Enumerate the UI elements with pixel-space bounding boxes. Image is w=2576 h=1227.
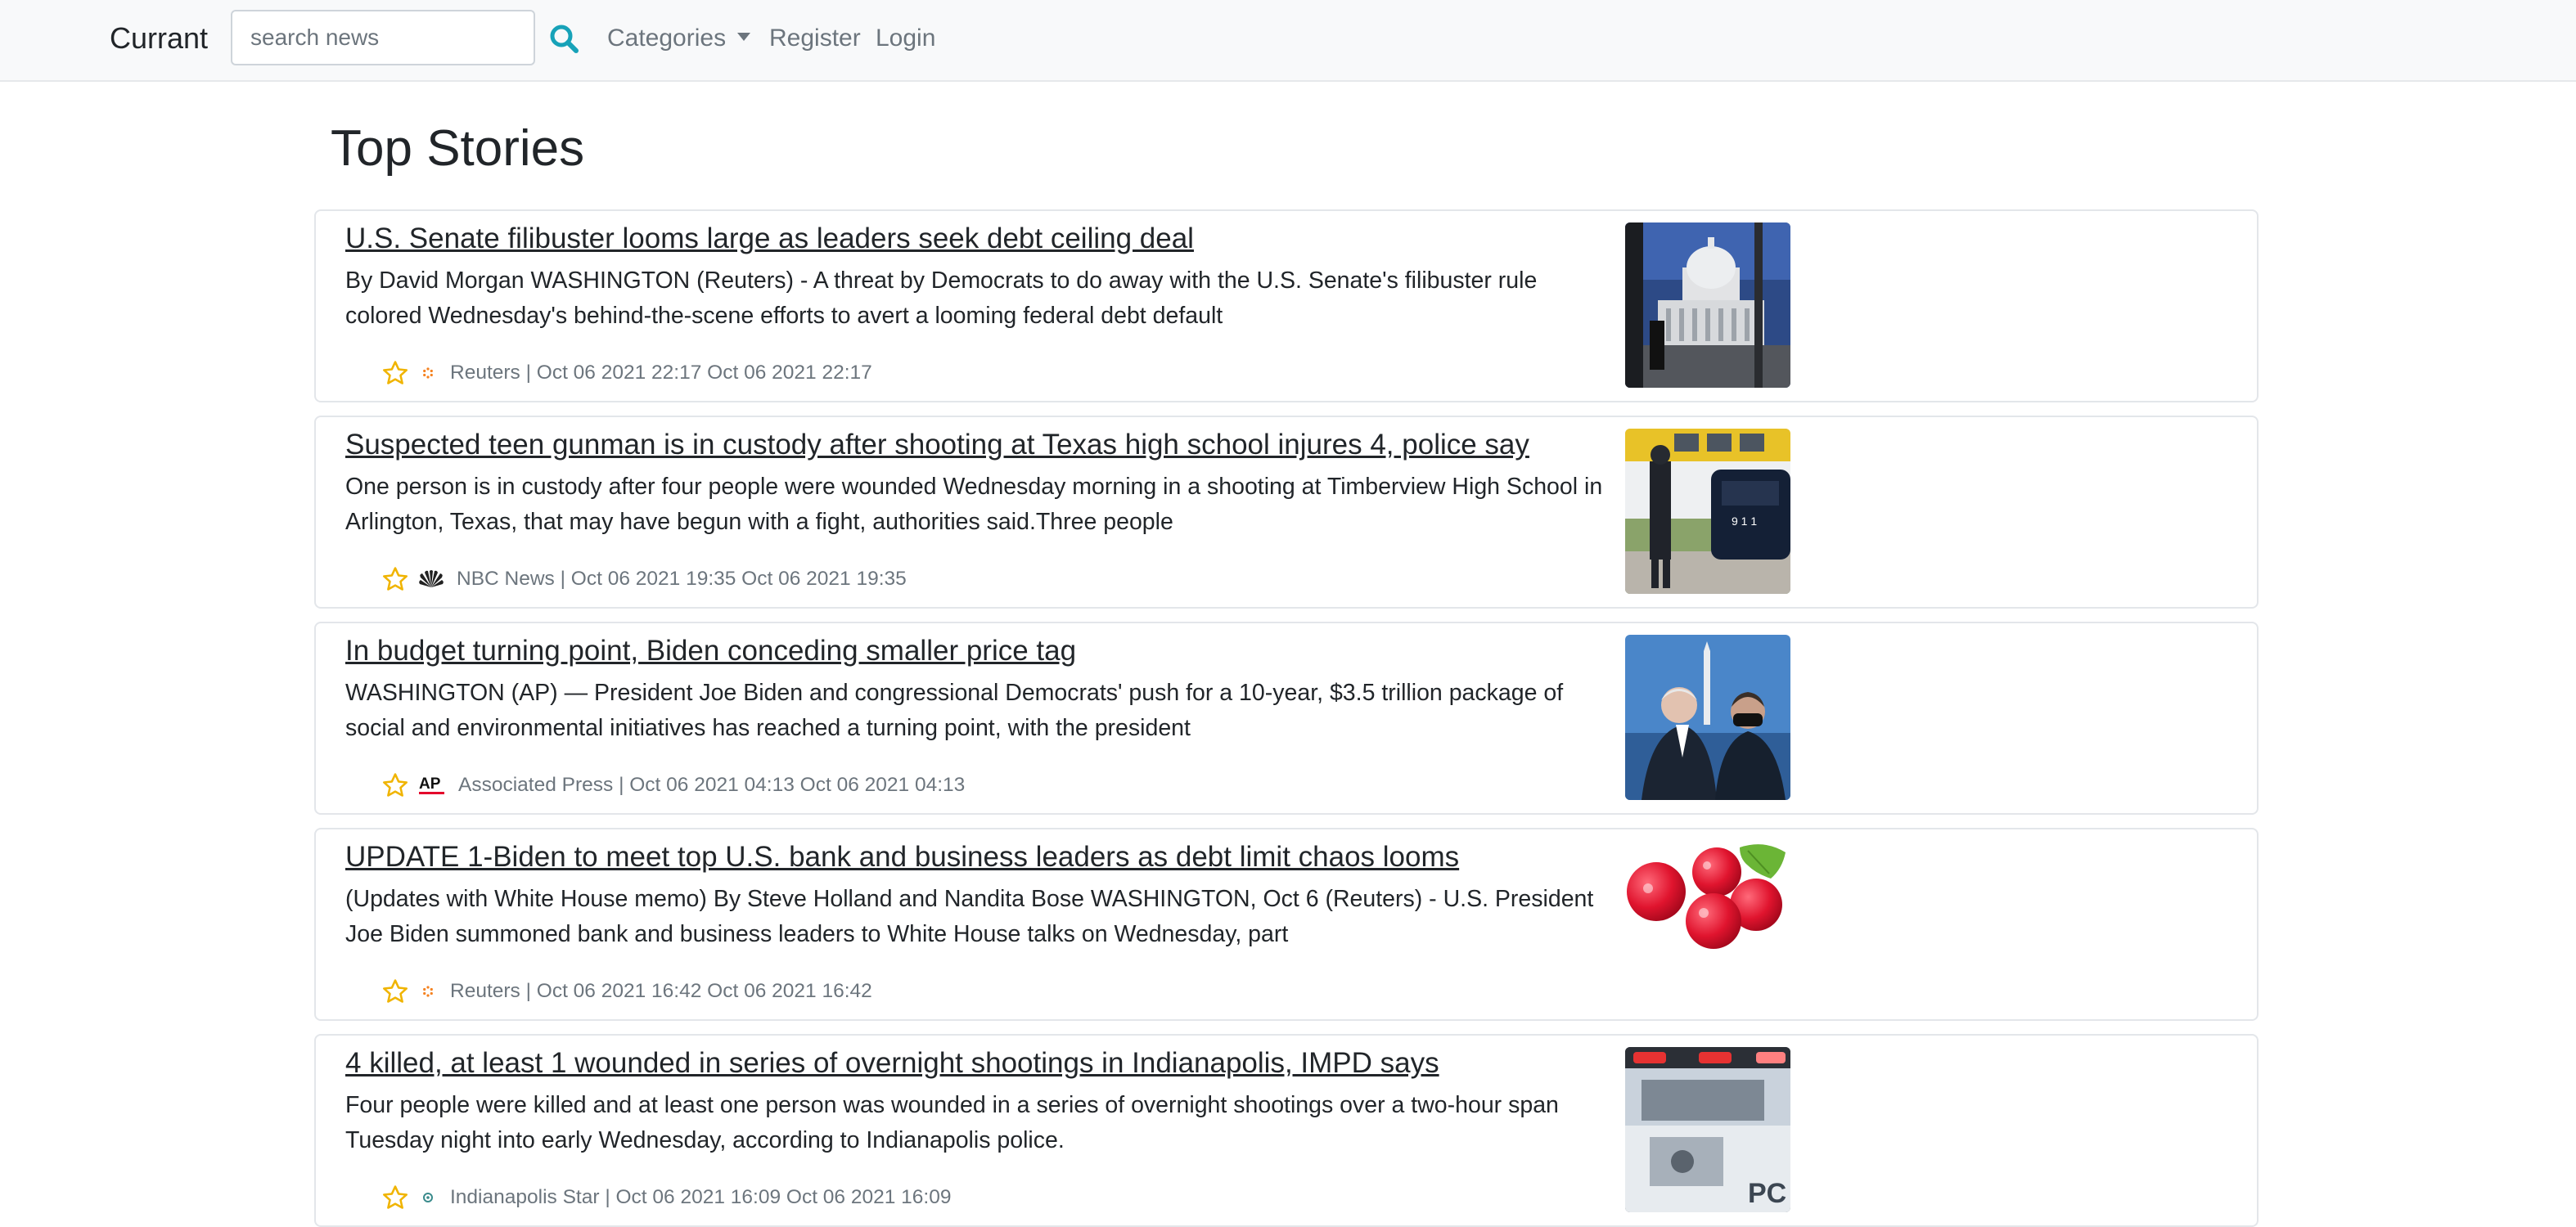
story-source-date: Associated Press | Oct 06 2021 04:13 Oct… <box>458 774 966 796</box>
reuters-icon <box>417 362 439 384</box>
caret-down-icon <box>737 33 751 41</box>
story-description: (Updates with White House memo) By Steve… <box>345 886 1594 947</box>
navbar: Currant Categories Register Login <box>0 0 2576 82</box>
search-input[interactable] <box>231 10 535 65</box>
story-source-date: NBC News | Oct 06 2021 19:35 Oct 06 2021… <box>457 568 907 590</box>
story-title-link[interactable]: UPDATE 1-Biden to meet top U.S. bank and… <box>345 841 1459 874</box>
svg-text:9 1 1: 9 1 1 <box>1732 515 1757 528</box>
story-description: Four people were killed and at least one… <box>345 1092 1559 1153</box>
school-bus-police-thumbnail[interactable]: 9 1 1 <box>1625 429 1790 594</box>
svg-text:PC: PC <box>1748 1178 1786 1209</box>
story-meta: NBC News | Oct 06 2021 19:35 Oct 06 2021… <box>381 563 907 596</box>
nbc-peacock-icon <box>417 569 445 589</box>
story-card: UPDATE 1-Biden to meet top U.S. bank and… <box>314 828 2259 1021</box>
star-icon[interactable] <box>381 565 409 593</box>
page-title: Top Stories <box>331 120 585 177</box>
story-source-date: Reuters | Oct 06 2021 16:42 Oct 06 2021 … <box>450 980 872 1002</box>
ap-icon: AP <box>417 774 447 797</box>
story-card: 4 killed, at least 1 wounded in series o… <box>314 1034 2259 1227</box>
categories-label: Categories <box>607 25 727 52</box>
register-link[interactable]: Register <box>769 25 861 52</box>
police-car-thumbnail[interactable]: PC <box>1625 1047 1790 1212</box>
story-title-link[interactable]: Suspected teen gunman is in custody afte… <box>345 429 1529 461</box>
biden-thumbnail[interactable] <box>1625 635 1790 800</box>
story-source-date: Reuters | Oct 06 2021 22:17 Oct 06 2021 … <box>450 362 872 384</box>
story-meta: Reuters | Oct 06 2021 22:17 Oct 06 2021 … <box>381 357 872 389</box>
story-title-link[interactable]: 4 killed, at least 1 wounded in series o… <box>345 1047 1439 1080</box>
brand-logo[interactable]: Currant <box>110 21 208 56</box>
story-description: By David Morgan WASHINGTON (Reuters) - A… <box>345 267 1538 329</box>
story-title-link[interactable]: In budget turning point, Biden conceding… <box>345 635 1076 667</box>
story-meta: Reuters | Oct 06 2021 16:42 Oct 06 2021 … <box>381 975 872 1008</box>
star-icon[interactable] <box>381 359 409 387</box>
star-icon[interactable] <box>381 1184 409 1211</box>
story-card: Suspected teen gunman is in custody afte… <box>314 416 2259 609</box>
capitol-building-thumbnail[interactable] <box>1625 222 1790 388</box>
story-title-link[interactable]: U.S. Senate filibuster looms large as le… <box>345 222 1194 255</box>
search-icon[interactable] <box>547 21 583 57</box>
indystar-icon <box>417 1187 439 1208</box>
login-link[interactable]: Login <box>876 25 935 52</box>
story-meta: Indianapolis Star | Oct 06 2021 16:09 Oc… <box>381 1181 952 1214</box>
story-source-date: Indianapolis Star | Oct 06 2021 16:09 Oc… <box>450 1186 952 1208</box>
story-card: U.S. Senate filibuster looms large as le… <box>314 209 2259 402</box>
categories-dropdown[interactable]: Categories <box>607 25 751 52</box>
svg-text:AP: AP <box>419 775 441 793</box>
star-icon[interactable] <box>381 771 409 799</box>
story-meta: AP Associated Press | Oct 06 2021 04:13 … <box>381 769 965 802</box>
story-description: One person is in custody after four peop… <box>345 474 1603 535</box>
currants-thumbnail[interactable] <box>1625 841 1790 1006</box>
star-icon[interactable] <box>381 978 409 1005</box>
reuters-icon <box>417 981 439 1002</box>
story-description: WASHINGTON (AP) — President Joe Biden an… <box>345 680 1564 741</box>
story-card: In budget turning point, Biden conceding… <box>314 622 2259 815</box>
